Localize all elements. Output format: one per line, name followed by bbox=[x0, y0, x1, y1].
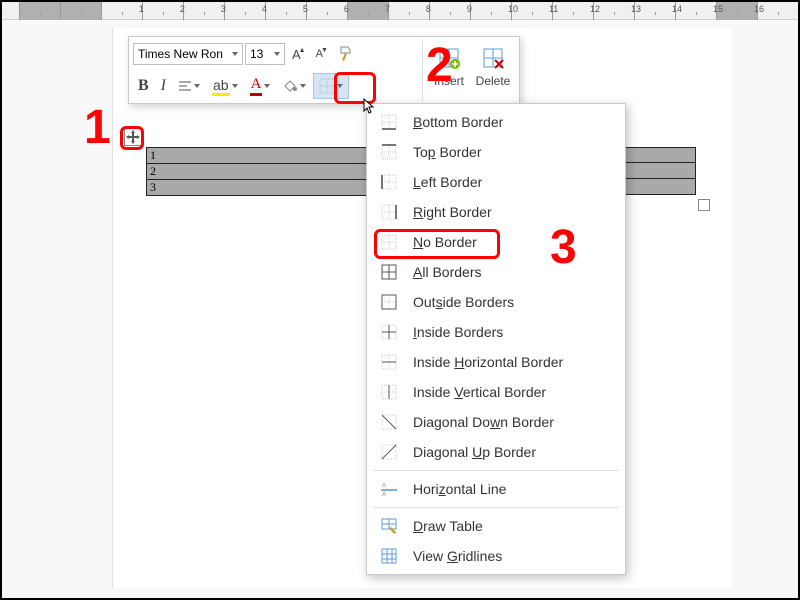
menu-item-border-right[interactable]: Right Border bbox=[367, 197, 625, 227]
border-right-icon bbox=[379, 202, 399, 222]
shading-button[interactable] bbox=[277, 73, 311, 99]
table-delete-icon bbox=[481, 46, 505, 70]
font-size-combo[interactable]: 13 bbox=[245, 43, 285, 65]
mini-toolbar: Times New Ron 13 A▲ A▼ B I bbox=[128, 36, 520, 104]
bold-button[interactable]: B bbox=[133, 73, 154, 99]
delete-button[interactable]: Delete bbox=[471, 39, 515, 95]
menu-item-label: Diagonal Up Border bbox=[413, 444, 536, 460]
menu-item-gridlines[interactable]: View Gridlines bbox=[367, 541, 625, 571]
svg-text:A: A bbox=[382, 483, 386, 489]
highlight-button[interactable]: ab bbox=[207, 73, 243, 99]
menu-separator bbox=[373, 507, 619, 508]
border-outside-icon bbox=[379, 292, 399, 312]
font-color-button[interactable]: A bbox=[245, 73, 276, 99]
menu-item-label: Outside Borders bbox=[413, 294, 514, 310]
menu-separator bbox=[373, 470, 619, 471]
menu-item-border-top[interactable]: Top Border bbox=[367, 137, 625, 167]
italic-button[interactable]: I bbox=[156, 73, 171, 99]
svg-text:A: A bbox=[382, 492, 386, 497]
menu-item-hline[interactable]: AA Horizontal Line bbox=[367, 474, 625, 504]
menu-item-border-bottom[interactable]: Bottom Border bbox=[367, 107, 625, 137]
menu-item-border-left[interactable]: Left Border bbox=[367, 167, 625, 197]
menu-item-label: Top Border bbox=[413, 144, 482, 160]
border-ih-icon bbox=[379, 352, 399, 372]
menu-item-label: Bottom Border bbox=[413, 114, 503, 130]
gridlines-icon bbox=[379, 546, 399, 566]
chevron-down-icon bbox=[232, 84, 238, 88]
menu-item-border-ih[interactable]: Inside Horizontal Border bbox=[367, 347, 625, 377]
menu-item-border-all[interactable]: All Borders bbox=[367, 257, 625, 287]
annotation-box-1 bbox=[120, 126, 144, 150]
border-all-icon bbox=[379, 262, 399, 282]
menu-item-label: Left Border bbox=[413, 174, 482, 190]
menu-item-border-outside[interactable]: Outside Borders bbox=[367, 287, 625, 317]
menu-item-label: Right Border bbox=[413, 204, 492, 220]
chevron-down-icon bbox=[300, 84, 306, 88]
menu-item-diag-up[interactable]: Diagonal Up Border bbox=[367, 437, 625, 467]
annotation-3: 3 bbox=[550, 220, 577, 275]
border-bottom-icon bbox=[379, 112, 399, 132]
menu-item-diag-down[interactable]: Diagonal Down Border bbox=[367, 407, 625, 437]
font-name-value: Times New Ron bbox=[138, 47, 223, 61]
align-button[interactable] bbox=[173, 73, 205, 99]
table-resize-handle[interactable] bbox=[698, 199, 710, 211]
annotation-1: 1 bbox=[84, 100, 111, 155]
menu-item-label: Inside Borders bbox=[413, 324, 503, 340]
hline-icon: AA bbox=[379, 479, 399, 499]
chevron-down-icon bbox=[232, 52, 238, 56]
font-size-value: 13 bbox=[250, 47, 263, 61]
grow-font-button[interactable]: A▲ bbox=[287, 41, 309, 67]
menu-item-border-inside[interactable]: Inside Borders bbox=[367, 317, 625, 347]
menu-item-label: View Gridlines bbox=[413, 548, 502, 564]
menu-item-draw-table[interactable]: Draw Table bbox=[367, 511, 625, 541]
menu-item-label: All Borders bbox=[413, 264, 481, 280]
delete-label: Delete bbox=[476, 74, 511, 88]
diag-up-icon bbox=[379, 442, 399, 462]
menu-item-label: Inside Horizontal Border bbox=[413, 354, 563, 370]
annotation-2: 2 bbox=[426, 38, 453, 93]
menu-item-label: Inside Vertical Border bbox=[413, 384, 546, 400]
shrink-font-button[interactable]: A▼ bbox=[311, 41, 331, 67]
border-top-icon bbox=[379, 142, 399, 162]
draw-table-icon bbox=[379, 516, 399, 536]
menu-item-label: Draw Table bbox=[413, 518, 483, 534]
border-iv-icon bbox=[379, 382, 399, 402]
border-left-icon bbox=[379, 172, 399, 192]
diag-down-icon bbox=[379, 412, 399, 432]
menu-item-border-iv[interactable]: Inside Vertical Border bbox=[367, 377, 625, 407]
chevron-down-icon bbox=[274, 52, 280, 56]
border-inside-icon bbox=[379, 322, 399, 342]
menu-item-label: Horizontal Line bbox=[413, 481, 506, 497]
annotation-box-3 bbox=[374, 229, 500, 259]
menu-item-label: Diagonal Down Border bbox=[413, 414, 554, 430]
format-painter-button[interactable] bbox=[333, 41, 361, 67]
chevron-down-icon bbox=[264, 84, 270, 88]
font-name-combo[interactable]: Times New Ron bbox=[133, 43, 243, 65]
chevron-down-icon bbox=[194, 84, 200, 88]
annotation-box-2 bbox=[334, 72, 376, 104]
horizontal-ruler: 12345678910111213141516 bbox=[2, 2, 798, 20]
borders-dropdown-menu: Bottom Border Top Border Left Border Right … bbox=[366, 103, 626, 575]
